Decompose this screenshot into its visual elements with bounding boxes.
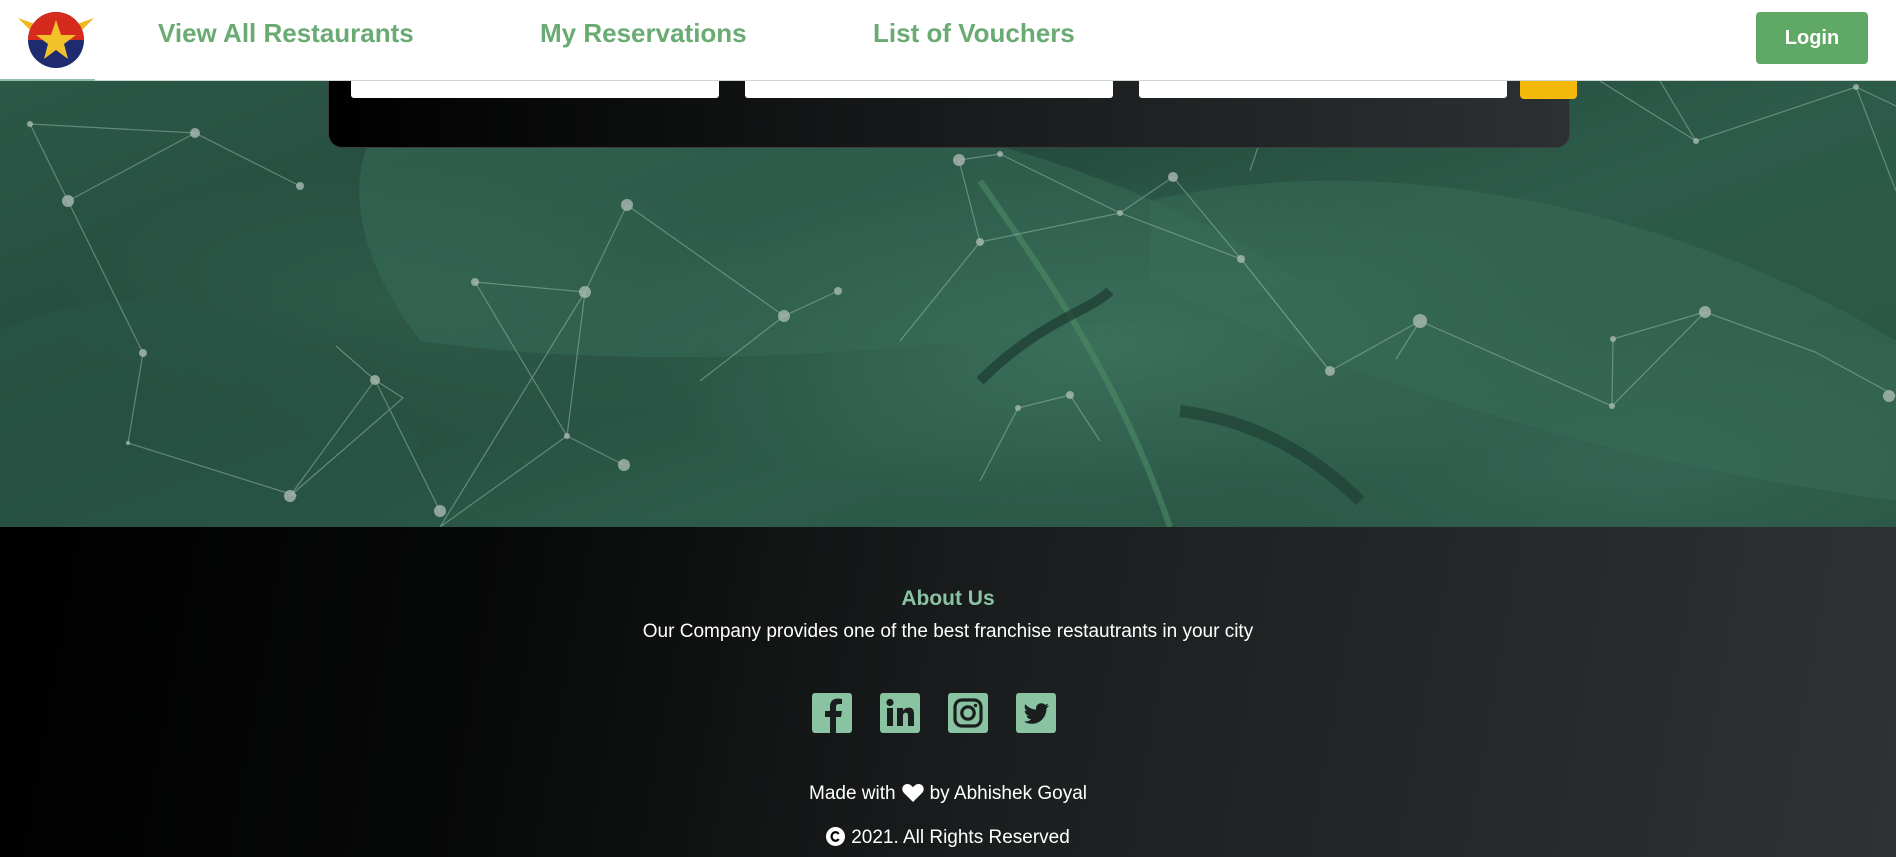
hero-section — [0, 81, 1896, 527]
navbar: View All Restaurants My Reservations Lis… — [0, 0, 1896, 81]
copyright-line: 2021. All Rights Reserved — [0, 827, 1896, 852]
search-button[interactable] — [1520, 81, 1577, 99]
heart-icon — [901, 783, 924, 808]
search-panel — [328, 81, 1570, 148]
twitter-icon[interactable] — [1016, 693, 1056, 733]
instagram-icon[interactable] — [948, 693, 988, 733]
copyright-icon — [826, 827, 846, 852]
copyright-text: 2021. All Rights Reserved — [851, 827, 1070, 848]
about-us-text: Our Company provides one of the best fra… — [642, 621, 1254, 642]
nav-link-view-all-restaurants[interactable]: View All Restaurants — [158, 18, 414, 49]
made-with-prefix: Made with — [809, 783, 896, 804]
search-field-1[interactable] — [351, 81, 719, 98]
search-field-3[interactable] — [1139, 81, 1507, 98]
logo-icon[interactable] — [18, 4, 94, 70]
made-with-author: by Abhishek Goyal — [929, 783, 1087, 804]
search-field-2[interactable] — [745, 81, 1113, 98]
made-with-credit: Made with by Abhishek Goyal — [0, 783, 1896, 808]
footer: About Us Our Company provides one of the… — [0, 527, 1896, 857]
linkedin-icon[interactable] — [880, 693, 920, 733]
about-us-heading: About Us — [901, 587, 995, 610]
active-nav-indicator — [0, 79, 95, 81]
facebook-icon[interactable] — [812, 693, 852, 733]
login-button[interactable]: Login — [1756, 12, 1868, 64]
nav-link-my-reservations[interactable]: My Reservations — [540, 18, 747, 49]
nav-link-list-of-vouchers[interactable]: List of Vouchers — [873, 18, 1075, 49]
